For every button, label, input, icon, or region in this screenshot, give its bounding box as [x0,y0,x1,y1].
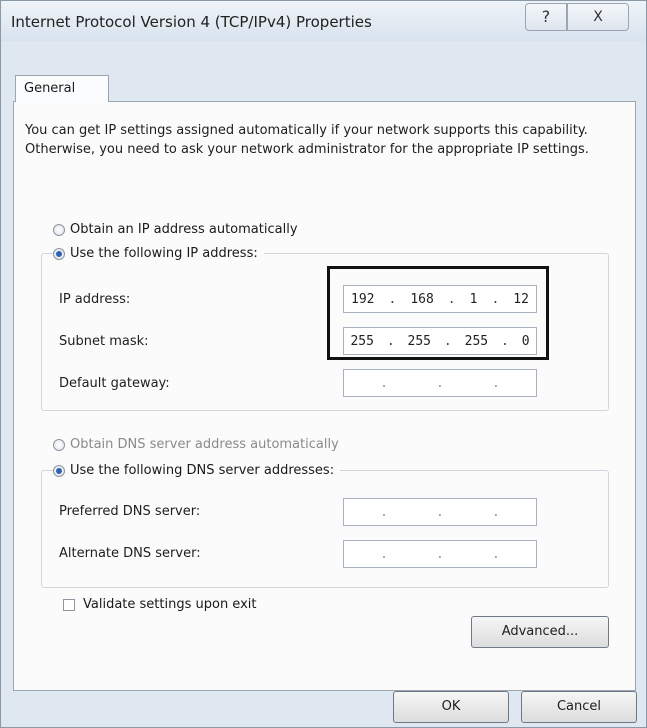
obtain-dns-auto-option[interactable]: Obtain DNS server address automatically [53,437,345,452]
alternate-dns-input[interactable]: . . . [343,540,537,568]
properties-dialog: Internet Protocol Version 4 (TCP/IPv4) P… [0,0,647,728]
ip-address-label: IP address: [59,292,131,307]
obtain-ip-auto-label: Obtain an IP address automatically [70,222,298,237]
use-ip-manual-option[interactable]: Use the following IP address: [53,246,264,261]
default-gateway-label: Default gateway: [59,376,170,391]
obtain-ip-auto-option[interactable]: Obtain an IP address automatically [53,222,304,237]
description-text: You can get IP settings assigned automat… [25,123,589,157]
help-button[interactable]: ? [525,3,567,31]
tab-general[interactable]: General [15,75,109,102]
cancel-button[interactable]: Cancel [521,691,637,723]
close-button[interactable]: X [567,3,629,31]
highlight-annotation-box [327,266,549,360]
use-dns-manual-option[interactable]: Use the following DNS server addresses: [53,463,341,478]
use-dns-manual-radio[interactable] [53,464,65,477]
validate-settings-label: Validate settings upon exit [83,597,257,612]
obtain-dns-auto-label: Obtain DNS server address automatically [70,437,339,452]
close-icon: X [593,9,603,25]
obtain-ip-auto-radio[interactable] [53,223,65,236]
use-ip-manual-radio[interactable] [53,247,65,260]
advanced-button[interactable]: Advanced... [471,616,609,648]
preferred-dns-label: Preferred DNS server: [59,504,201,519]
use-ip-manual-label: Use the following IP address: [70,246,258,261]
dialog-title: Internet Protocol Version 4 (TCP/IPv4) P… [11,13,372,31]
use-dns-manual-label: Use the following DNS server addresses: [70,463,335,478]
dns-server-group [41,470,609,588]
default-gateway-input[interactable]: . . . [343,369,537,397]
alternate-dns-label: Alternate DNS server: [59,546,201,561]
preferred-dns-input[interactable]: . . . [343,498,537,526]
ok-button[interactable]: OK [393,691,509,723]
subnet-mask-label: Subnet mask: [59,334,149,349]
validate-settings-checkbox[interactable] [63,598,75,611]
validate-settings-option[interactable]: Validate settings upon exit [63,597,256,612]
obtain-dns-auto-radio[interactable] [53,438,65,451]
help-icon: ? [541,7,551,26]
title-bar: Internet Protocol Version 4 (TCP/IPv4) P… [1,1,646,41]
